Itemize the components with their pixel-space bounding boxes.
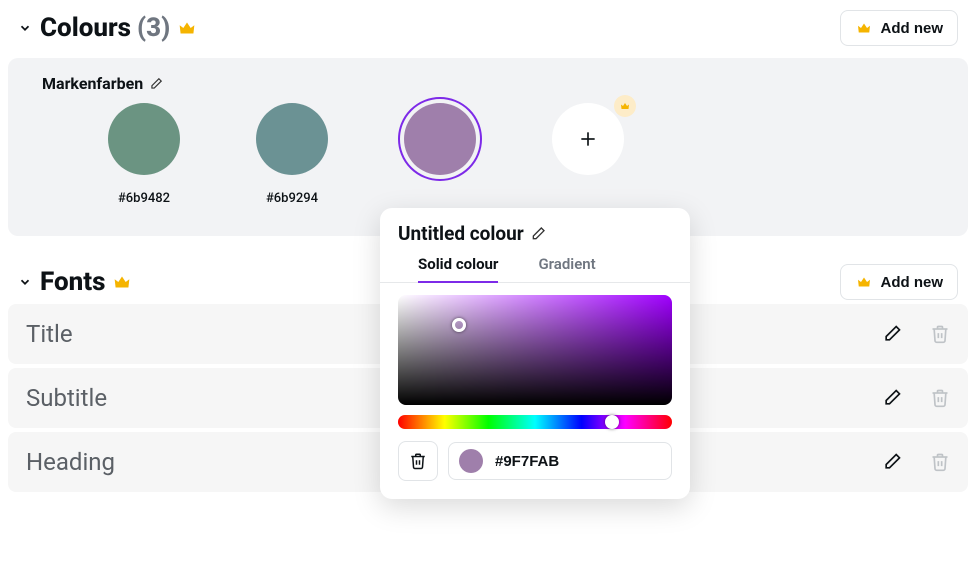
picker-bottom-row [398,441,672,481]
fonts-title-wrap[interactable]: Fonts [18,267,133,297]
colours-section-header: Colours (3) Add new [0,6,976,50]
edit-font-icon[interactable] [882,388,902,408]
add-new-font-label: Add new [881,274,944,291]
font-name: Title [26,320,73,348]
edit-font-icon[interactable] [882,452,902,472]
fonts-title: Fonts [40,267,105,297]
delete-font-icon[interactable] [930,324,950,344]
add-new-font-button[interactable]: Add new [840,264,959,300]
add-new-colour-button[interactable]: Add new [840,10,959,46]
font-name: Subtitle [26,384,107,412]
delete-font-icon[interactable] [930,388,950,408]
font-name: Heading [26,448,115,476]
edit-palette-name-icon[interactable] [149,77,163,91]
picker-title-row: Untitled colour [398,222,672,245]
swatch-item[interactable] [400,103,480,175]
add-new-colour-label: Add new [881,20,944,37]
hue-handle[interactable] [605,415,619,429]
delete-colour-button[interactable] [398,441,438,481]
crown-icon [176,17,198,39]
swatch-circle[interactable] [256,103,328,175]
sv-handle[interactable] [452,318,466,332]
hex-input[interactable] [493,452,661,471]
crown-icon [855,273,873,291]
picker-title: Untitled colour [398,222,524,245]
crown-badge [614,95,636,117]
colour-picker-popover: Untitled colour Solid colour Gradient [380,208,690,499]
chevron-down-icon [18,21,32,35]
colours-title-wrap[interactable]: Colours (3) [18,13,198,43]
palette-name: Markenfarben [42,74,143,93]
swatch-circle-selected[interactable] [404,103,476,175]
delete-font-icon[interactable] [930,452,950,472]
tab-gradient[interactable]: Gradient [538,255,595,283]
font-actions [882,324,950,344]
palette-name-row: Markenfarben [42,74,946,93]
crown-icon [855,19,873,37]
tab-solid-colour[interactable]: Solid colour [418,255,498,283]
chevron-down-icon [18,275,32,289]
colours-count: (3) [137,13,170,43]
add-swatch-button[interactable] [552,103,624,175]
hex-preview-swatch [459,449,483,473]
add-swatch-wrap [548,103,628,175]
swatch-item[interactable]: #6b9294 [252,103,332,206]
edit-font-icon[interactable] [882,324,902,344]
edit-colour-name-icon[interactable] [530,226,546,242]
saturation-value-box[interactable] [398,295,672,405]
hex-input-wrap[interactable] [448,442,672,480]
picker-tabs: Solid colour Gradient [398,255,672,283]
font-actions [882,388,950,408]
swatch-item[interactable]: #6b9482 [104,103,184,206]
crown-icon [111,271,133,293]
swatch-row: #6b9482 #6b9294 [24,103,952,206]
swatch-circle[interactable] [108,103,180,175]
colours-title: Colours [40,13,131,43]
hue-slider[interactable] [398,415,672,429]
swatch-label: #6b9294 [266,191,318,206]
swatch-label: #6b9482 [118,191,170,206]
font-actions [882,452,950,472]
